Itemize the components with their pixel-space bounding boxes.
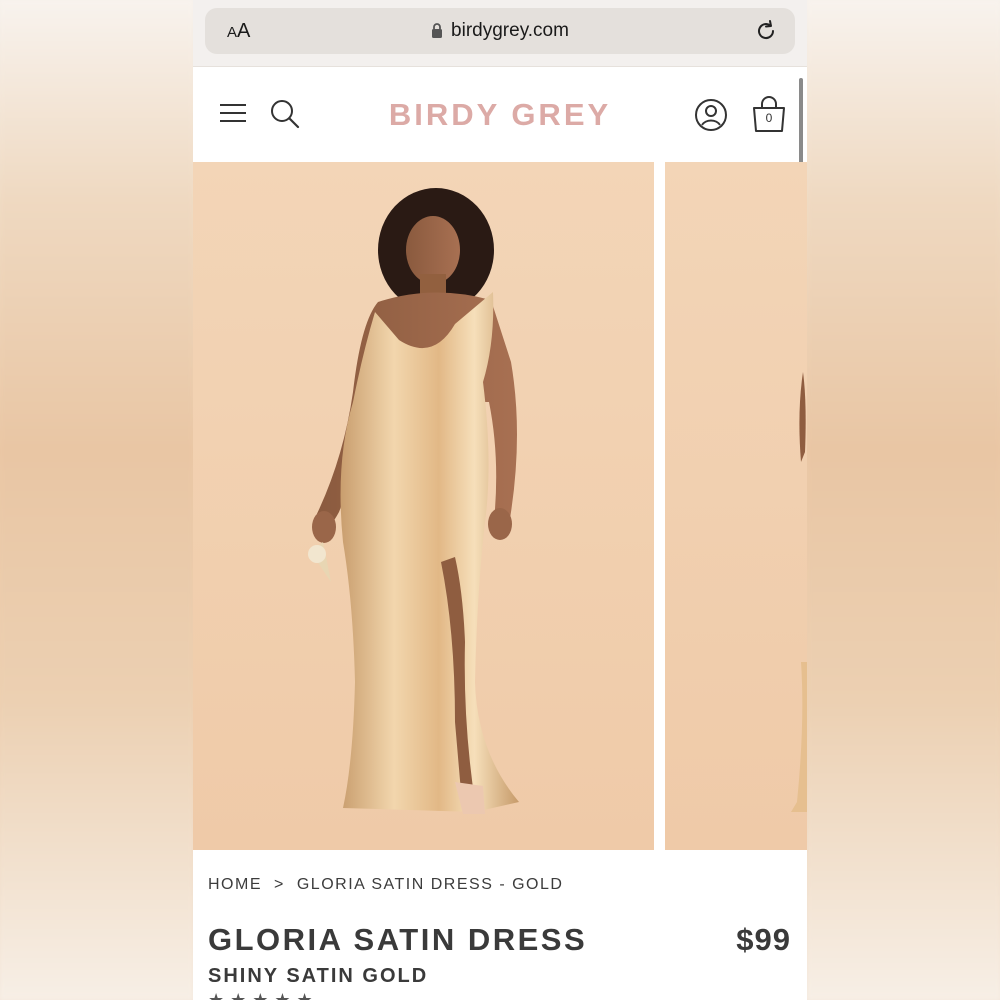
breadcrumb: HOME > GLORIA SATIN DRESS - GOLD (208, 876, 563, 894)
lock-icon (431, 22, 443, 44)
product-image-next[interactable] (665, 162, 807, 850)
url-text: birdygrey.com (451, 20, 569, 41)
product-title: GLORIA SATIN DRESS (208, 922, 588, 957)
site-header: BIRDY GREY 0 (193, 67, 807, 161)
account-icon[interactable] (694, 98, 728, 137)
browser-toolbar: AA birdygrey.com (193, 0, 807, 67)
product-image-main[interactable] (193, 162, 654, 850)
product-color-subtitle: SHINY SATIN GOLD (208, 965, 429, 987)
background-blur-left (0, 0, 193, 1000)
breadcrumb-home-link[interactable]: HOME (208, 876, 262, 893)
reload-icon[interactable] (753, 18, 779, 49)
url-field[interactable]: birdygrey.com (205, 20, 795, 44)
breadcrumb-current: GLORIA SATIN DRESS - GOLD (296, 876, 564, 893)
mobile-screen: AA birdygrey.com BIRDY GREY 0 HOME > GLO… (193, 0, 807, 1000)
address-bar[interactable]: AA birdygrey.com (205, 8, 795, 54)
rating-stars[interactable]: ★★★★★ (208, 990, 319, 1000)
bag-count-badge: 0 (765, 111, 773, 125)
product-price: $99 (736, 922, 791, 957)
breadcrumb-separator: > (274, 876, 285, 893)
background-blur-right (807, 0, 1000, 1000)
